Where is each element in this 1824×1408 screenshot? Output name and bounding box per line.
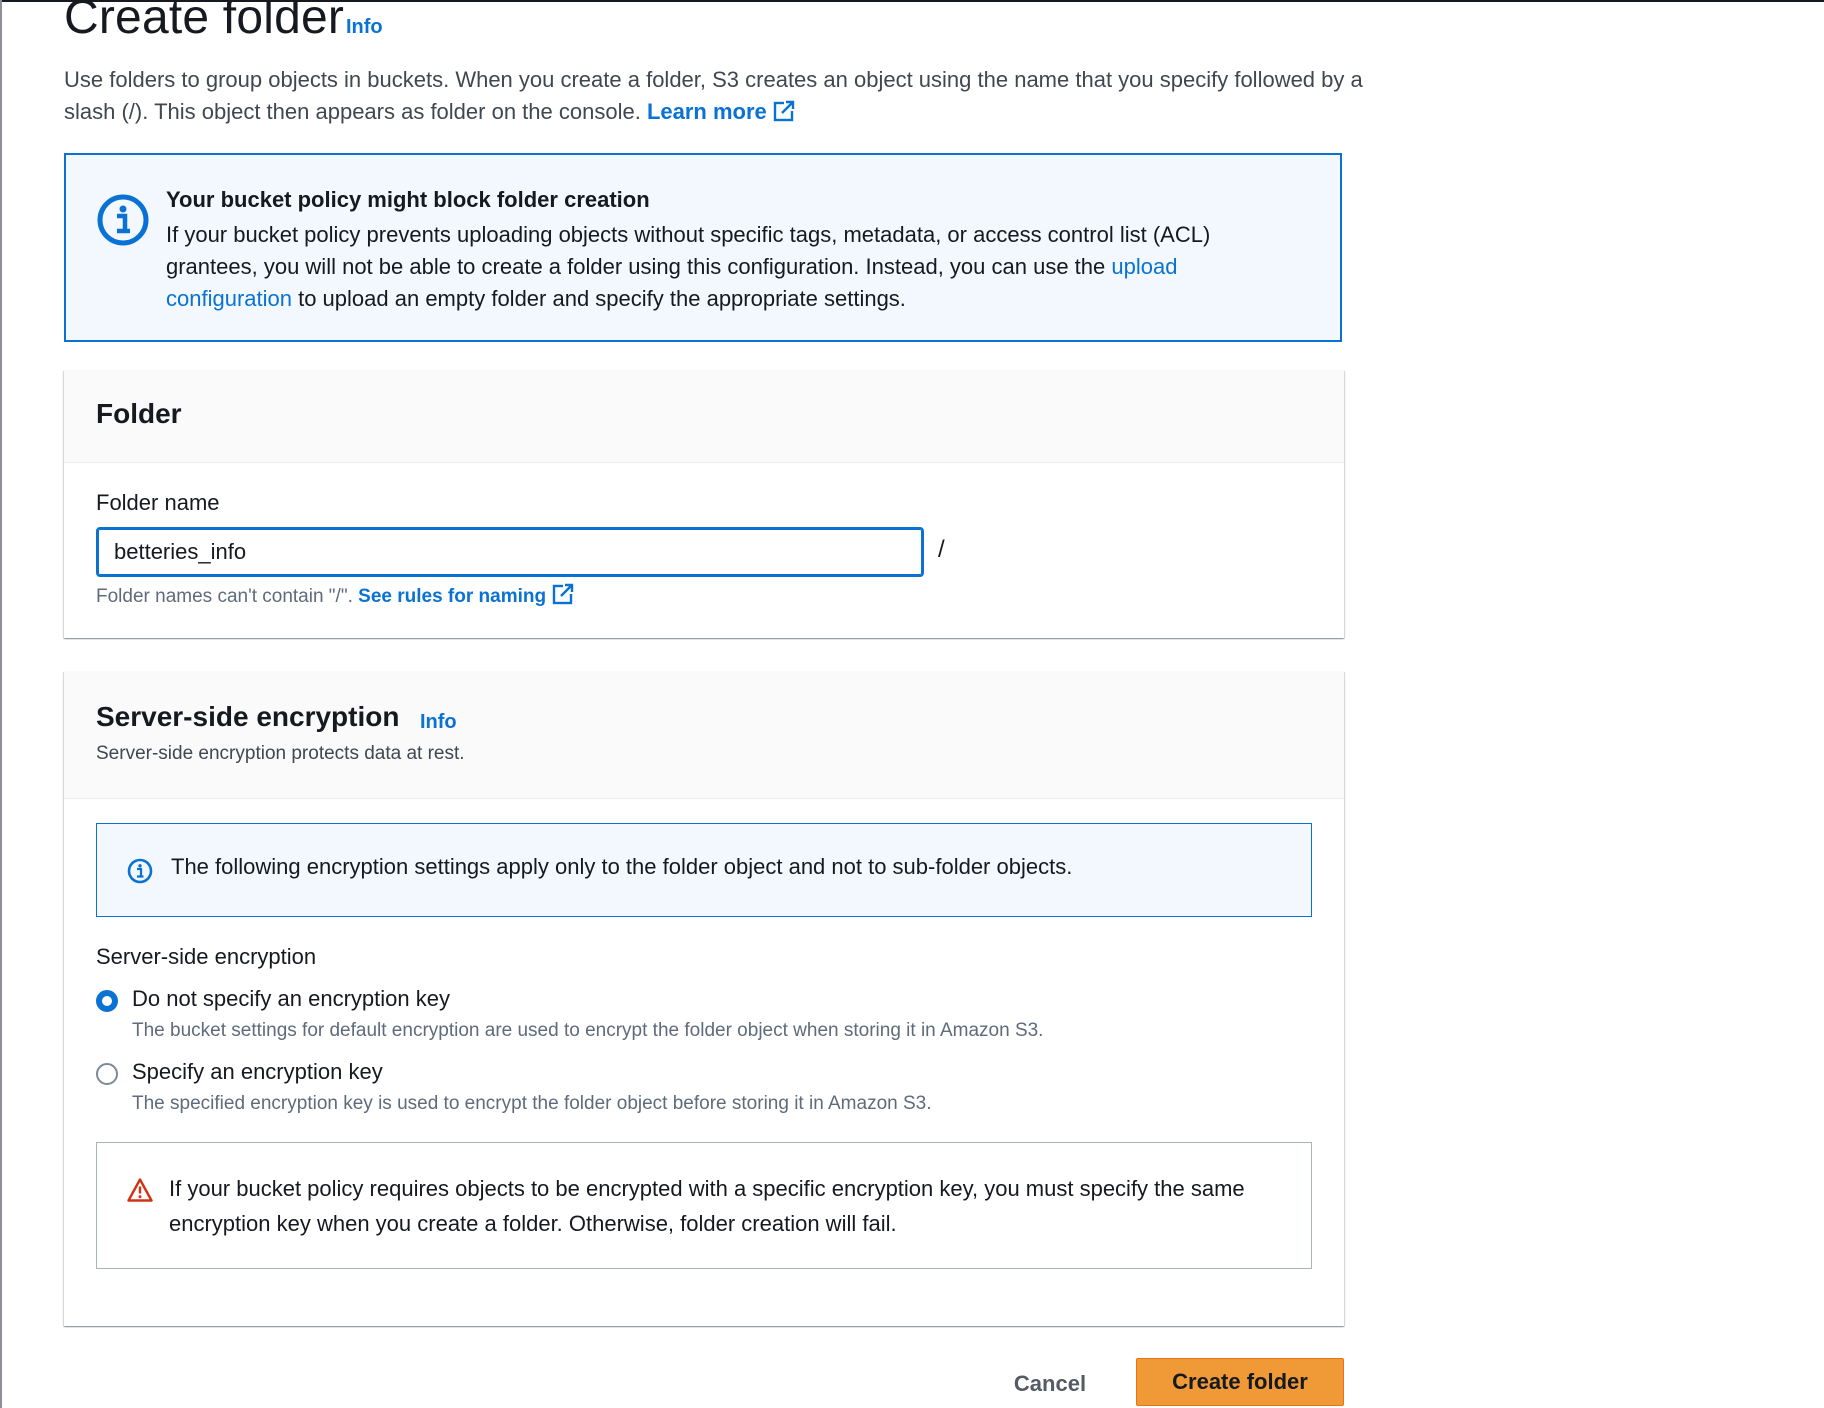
learn-more-label: Learn more bbox=[646, 99, 767, 124]
encryption-info-link[interactable]: Info bbox=[420, 711, 457, 734]
folder-panel-header: Folder bbox=[64, 370, 1344, 463]
page-title: Create folder bbox=[64, 0, 345, 44]
radio-specify-key-label[interactable]: Specify an encryption key bbox=[132, 1059, 383, 1085]
policy-alert-text-before: If your bucket policy prevents uploading… bbox=[166, 222, 1211, 279]
encryption-warning-text: If your bucket policy requires objects t… bbox=[169, 1176, 1245, 1236]
encryption-panel-header: Server-side encryption Info Server-side … bbox=[64, 671, 1344, 799]
info-circle-icon bbox=[127, 858, 153, 884]
folder-name-input[interactable] bbox=[96, 527, 924, 577]
warning-triangle-icon bbox=[127, 1178, 153, 1202]
window-left-border bbox=[0, 0, 2, 1408]
policy-alert-title: Your bucket policy might block folder cr… bbox=[166, 187, 650, 212]
folder-name-slash: / bbox=[938, 536, 945, 563]
encryption-info-text: The following encryption settings apply … bbox=[171, 854, 1073, 879]
encryption-info-alert: The following encryption settings apply … bbox=[96, 823, 1312, 917]
naming-rules-link[interactable]: See rules for naming bbox=[358, 583, 574, 607]
folder-name-hint-text: Folder names can't contain "/". bbox=[96, 586, 359, 607]
encryption-warning-alert: If your bucket policy requires objects t… bbox=[96, 1142, 1312, 1269]
radio-no-key-description: The bucket settings for default encrypti… bbox=[132, 1020, 1044, 1041]
radio-specify-key[interactable] bbox=[96, 1063, 118, 1085]
folder-panel-title: Folder bbox=[96, 398, 182, 429]
policy-alert-body: If your bucket policy prevents uploading… bbox=[166, 219, 1296, 315]
bucket-policy-info-alert: Your bucket policy might block folder cr… bbox=[64, 153, 1342, 342]
naming-rules-label: See rules for naming bbox=[358, 586, 547, 607]
radio-no-key-label[interactable]: Do not specify an encryption key bbox=[132, 986, 450, 1012]
radio-no-key[interactable] bbox=[96, 990, 118, 1012]
policy-alert-text-after: to upload an empty folder and specify th… bbox=[291, 286, 906, 311]
folder-name-hint: Folder names can't contain "/". See rule… bbox=[96, 583, 574, 608]
radio-specify-key-description: The specified encryption key is used to … bbox=[132, 1093, 932, 1114]
external-link-icon bbox=[773, 100, 794, 122]
encryption-panel-title: Server-side encryption bbox=[96, 701, 400, 732]
info-circle-icon bbox=[97, 194, 149, 246]
page-description: Use folders to group objects in buckets.… bbox=[64, 64, 1364, 128]
folder-name-label: Folder name bbox=[96, 490, 220, 515]
cancel-button[interactable]: Cancel bbox=[1000, 1364, 1100, 1404]
learn-more-link[interactable]: Learn more bbox=[647, 99, 795, 124]
external-link-icon bbox=[552, 583, 574, 605]
page-info-link[interactable]: Info bbox=[346, 16, 383, 39]
encryption-panel-description: Server-side encryption protects data at … bbox=[96, 743, 465, 764]
encryption-field-label: Server-side encryption bbox=[96, 944, 317, 969]
encryption-panel: Server-side encryption Info Server-side … bbox=[64, 671, 1344, 1326]
create-folder-button[interactable]: Create folder bbox=[1136, 1358, 1344, 1406]
folder-panel: Folder Folder name / Folder names can't … bbox=[64, 370, 1344, 638]
